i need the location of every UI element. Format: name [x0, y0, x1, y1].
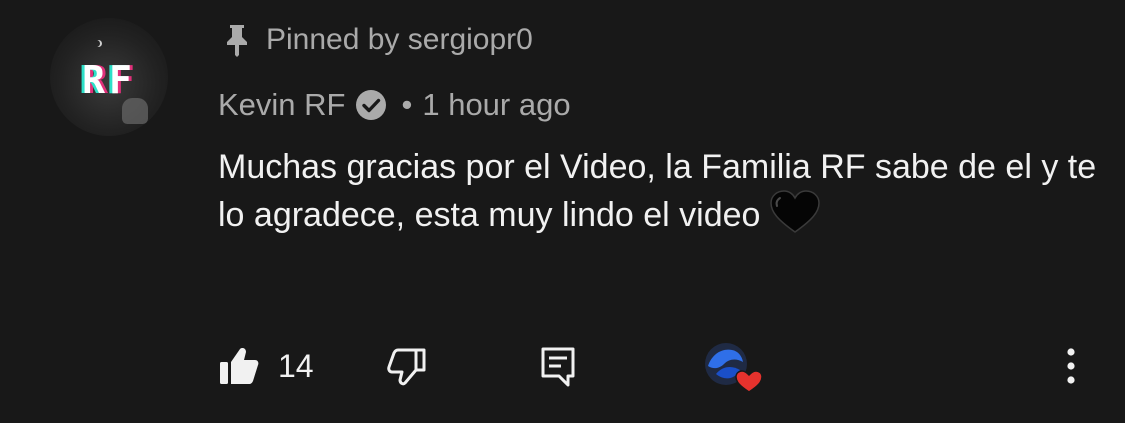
black-heart-icon	[768, 190, 822, 234]
more-options-button[interactable]	[1060, 346, 1082, 391]
pinned-label: Pinned by sergiopr0	[266, 23, 533, 56]
comment-text: Muchas gracias por el Video, la Familia …	[218, 148, 1097, 234]
author-name[interactable]: Kevin RF	[218, 87, 345, 123]
thumbs-up-icon	[218, 346, 260, 391]
pin-icon	[222, 23, 252, 57]
reply-button[interactable]	[540, 346, 576, 393]
pinned-indicator: Pinned by sergiopr0	[222, 20, 533, 60]
more-vert-icon	[1060, 346, 1082, 391]
like-button[interactable]	[218, 346, 260, 391]
avatar[interactable]: RF	[50, 18, 168, 136]
verified-check-icon	[355, 89, 387, 121]
creator-heart-icon	[702, 340, 764, 403]
separator-dot: •	[401, 87, 413, 122]
thumbs-down-icon	[386, 346, 428, 391]
dislike-button[interactable]	[386, 346, 428, 391]
creator-heart-button[interactable]	[702, 340, 764, 403]
reply-icon	[540, 346, 576, 393]
moon-icon	[93, 40, 100, 47]
comment-timestamp[interactable]: 1 hour ago	[422, 87, 570, 123]
comment-actions: 14	[0, 340, 1125, 394]
author-row: Kevin RF • 1 hour ago	[218, 84, 571, 126]
like-count: 14	[278, 348, 314, 384]
avatar-text: RF	[82, 58, 136, 102]
comment-body: Muchas gracias por el Video, la Familia …	[218, 144, 1098, 238]
